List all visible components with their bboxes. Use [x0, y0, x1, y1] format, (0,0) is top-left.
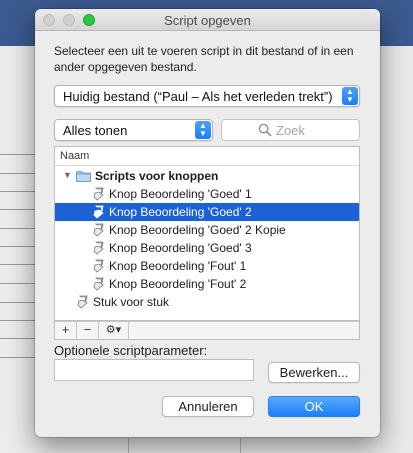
dialog-title: Script opgeven	[164, 13, 251, 28]
dialog-description: Selecteer een uit te voeren script in di…	[54, 44, 354, 74]
folder-icon	[76, 171, 91, 182]
cancel-button[interactable]: Annuleren	[162, 396, 254, 417]
script-parameter-field[interactable]	[54, 359, 254, 381]
chevron-updown-icon: ▲ ▼	[342, 87, 358, 105]
chevron-updown-icon: ▲ ▼	[195, 121, 211, 139]
file-select[interactable]: Huidig bestand (“Paul – Als het verleden…	[54, 85, 360, 107]
script-parameter-label: Optionele scriptparameter:	[54, 343, 208, 358]
script-row-selected[interactable]: Knop Beoordeling 'Goed' 2	[55, 203, 359, 221]
script-label: Knop Beoordeling 'Goed' 2 Kopie	[109, 223, 286, 237]
filter-select[interactable]: Alles tonen ▲ ▼	[54, 119, 213, 141]
script-icon	[77, 295, 88, 309]
folder-row[interactable]: ▼ Scripts voor knoppen	[55, 167, 359, 185]
script-label: Knop Beoordeling 'Fout' 1	[109, 259, 247, 273]
script-label: Knop Beoordeling 'Goed' 1	[109, 187, 252, 201]
script-label: Knop Beoordeling 'Goed' 2	[109, 205, 252, 219]
script-label: Stuk voor stuk	[93, 295, 170, 309]
list-footer-toolbar: + − ⚙▾	[54, 321, 360, 340]
script-dialog: Script opgeven Selecteer een uit te voer…	[35, 9, 380, 437]
script-icon	[93, 277, 104, 291]
add-button[interactable]: +	[55, 322, 77, 339]
script-list[interactable]: Naam ▼ Scripts voor knoppen Knop Beoorde…	[54, 146, 360, 321]
file-select-value: Huidig bestand (“Paul – Als het verleden…	[63, 89, 333, 104]
search-input[interactable]: Zoek	[221, 119, 360, 141]
search-icon	[258, 123, 272, 137]
edit-button[interactable]: Bewerken...	[268, 362, 360, 383]
script-row[interactable]: Knop Beoordeling 'Fout' 1	[55, 257, 359, 275]
script-row[interactable]: Knop Beoordeling 'Fout' 2	[55, 275, 359, 293]
script-icon	[93, 205, 104, 219]
script-row[interactable]: Knop Beoordeling 'Goed' 2 Kopie	[55, 221, 359, 239]
search-placeholder: Zoek	[276, 123, 305, 138]
disclosure-triangle-icon[interactable]: ▼	[63, 170, 72, 180]
script-row[interactable]: Stuk voor stuk	[55, 293, 359, 311]
ok-button[interactable]: OK	[268, 396, 360, 417]
folder-label: Scripts voor knoppen	[95, 169, 219, 183]
filter-select-value: Alles tonen	[63, 123, 128, 138]
gear-menu-button[interactable]: ⚙▾	[99, 322, 129, 339]
script-icon	[93, 259, 104, 273]
script-row[interactable]: Knop Beoordeling 'Goed' 1	[55, 185, 359, 203]
script-icon	[93, 241, 104, 255]
script-icon	[93, 187, 104, 201]
column-header-name[interactable]: Naam	[55, 147, 359, 166]
remove-button[interactable]: −	[77, 322, 99, 339]
script-label: Knop Beoordeling 'Goed' 3	[109, 241, 252, 255]
background-right-panel	[380, 46, 413, 453]
script-label: Knop Beoordeling 'Fout' 2	[109, 277, 247, 291]
script-icon	[93, 223, 104, 237]
background-divider	[128, 438, 129, 453]
background-divider	[240, 438, 241, 453]
title-bar: Script opgeven	[35, 9, 380, 31]
script-row[interactable]: Knop Beoordeling 'Goed' 3	[55, 239, 359, 257]
